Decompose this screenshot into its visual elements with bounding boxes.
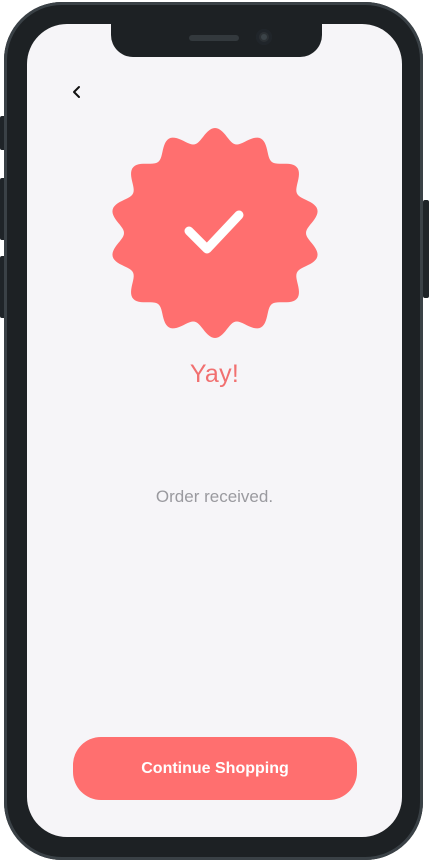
order-success-screen: Yay! Order received. Continue Shopping — [27, 24, 402, 837]
speaker-grille — [189, 35, 239, 41]
success-title: Yay! — [189, 360, 240, 388]
notch — [111, 24, 322, 57]
success-message: Order received. — [155, 487, 274, 506]
success-badge — [109, 127, 321, 339]
front-camera — [256, 29, 272, 45]
scalloped-seal-shape — [112, 128, 318, 338]
chevron-left-icon — [73, 86, 80, 98]
phone-frame: Yay! Order received. Continue Shopping — [4, 2, 423, 860]
continue-shopping-button[interactable]: Continue Shopping — [73, 737, 357, 800]
back-button[interactable] — [65, 80, 89, 104]
power-button — [423, 200, 429, 298]
device-mockup: Yay! Order received. Continue Shopping — [0, 0, 429, 866]
